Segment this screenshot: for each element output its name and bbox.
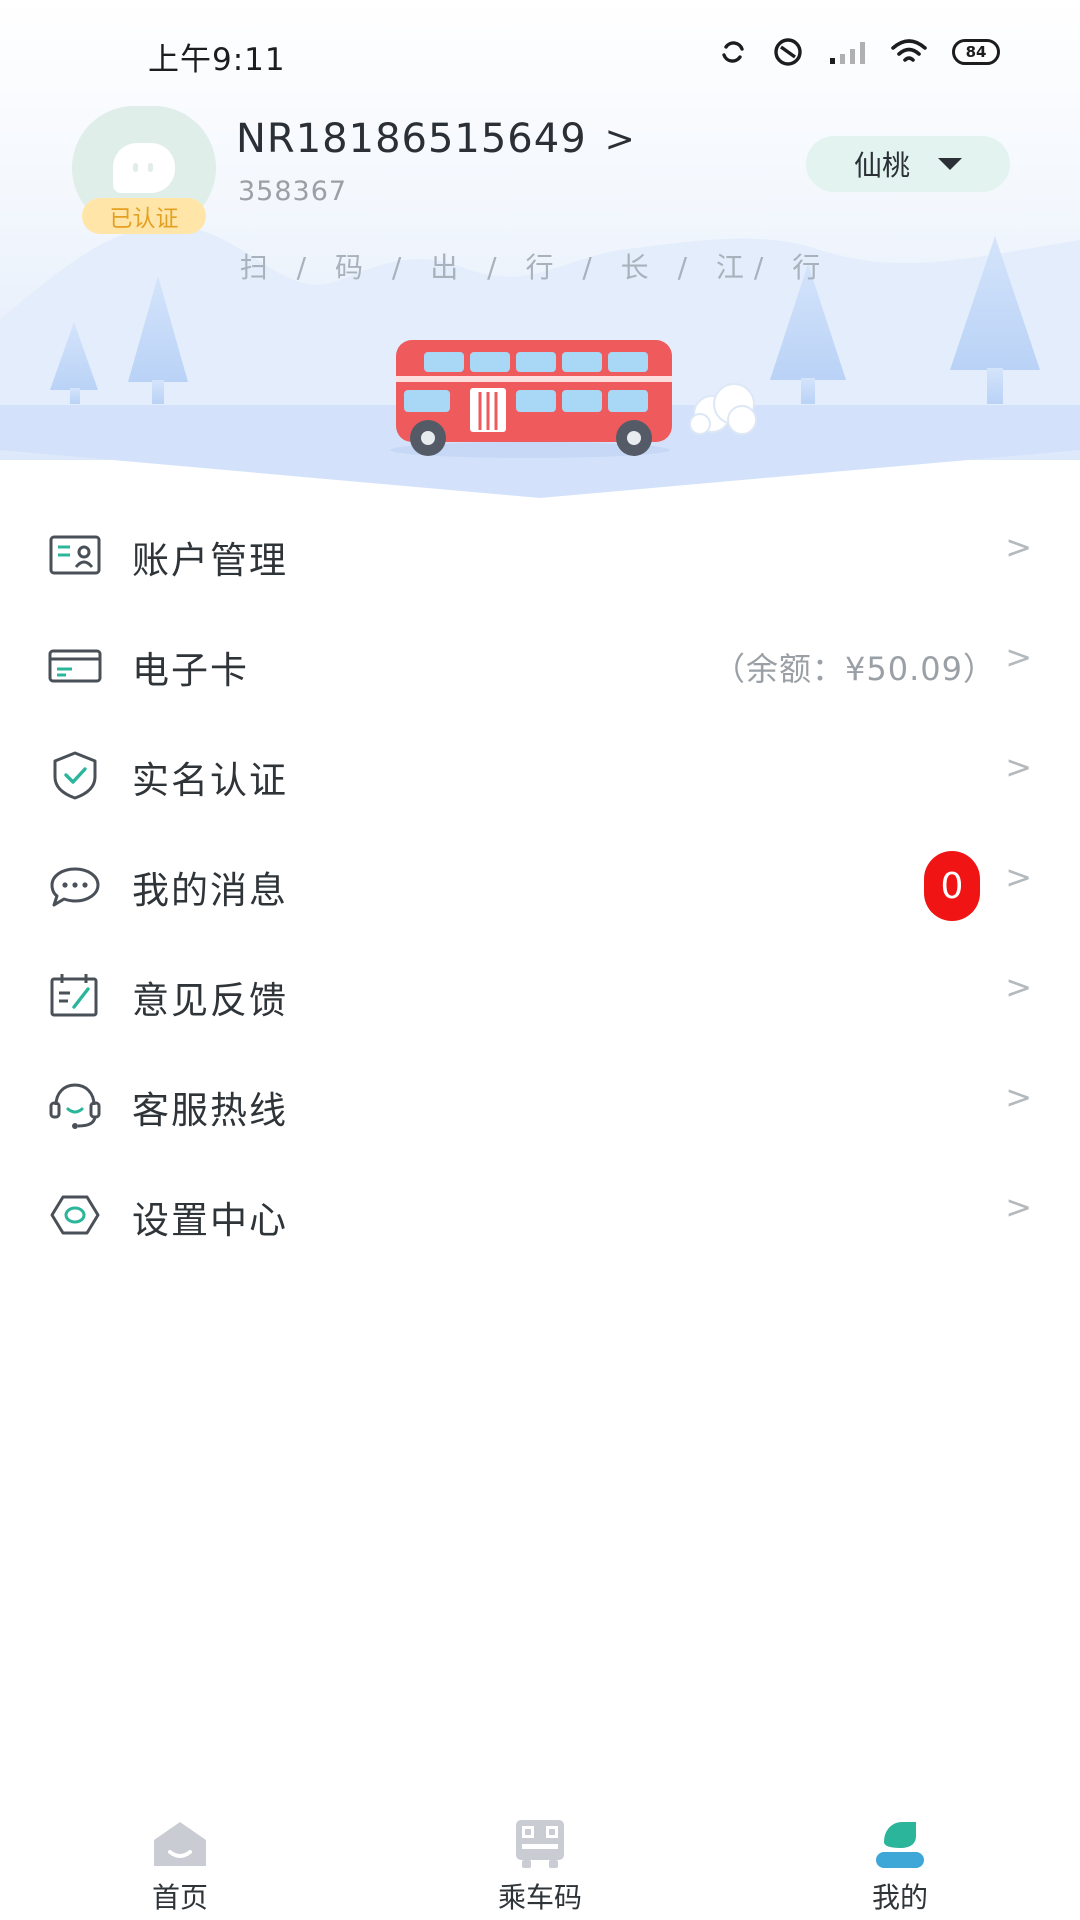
tab-home[interactable]: 首页 (0, 1800, 360, 1920)
menu-item-label: 电子卡 (132, 649, 249, 692)
settings-hexagon-icon (50, 1195, 100, 1235)
unread-count-badge: 0 (924, 851, 980, 921)
menu-item-settings[interactable]: 设置中心 > (0, 1160, 1080, 1270)
menu-item-feedback[interactable]: 意见反馈 > (0, 940, 1080, 1050)
tab-label: 首页 (151, 1881, 208, 1914)
user-id: 358367 (238, 176, 348, 207)
battery-icon: 84 (952, 39, 1000, 65)
menu-item-real-name[interactable]: 实名认证 > (0, 720, 1080, 830)
e-card-icon (48, 649, 102, 683)
menu-item-label: 意见反馈 (132, 979, 288, 1022)
avatar-face-icon (113, 143, 175, 193)
avatar[interactable]: 已认证 (72, 106, 216, 234)
city-selector[interactable]: 仙桃 (806, 136, 1010, 192)
chevron-right-icon: > (1005, 528, 1032, 566)
menu-item-label: 客服热线 (132, 1089, 288, 1132)
wifi-icon (891, 39, 927, 62)
menu-item-account[interactable]: 账户管理 > (0, 500, 1080, 610)
chevron-right-icon: > (1005, 748, 1032, 786)
feedback-edit-icon (50, 974, 98, 1017)
signal-icon (830, 42, 865, 64)
tab-mine[interactable]: 我的 (720, 1800, 1080, 1920)
city-label: 仙桃 (853, 149, 910, 182)
account-card-icon (49, 535, 101, 575)
chevron-right-icon: > (1005, 858, 1032, 896)
tab-bus-code[interactable]: 乘车码 (360, 1800, 720, 1920)
banner-slogan: 扫 / 码 / 出 / 行 / 长 / 江/ 行 (239, 251, 831, 284)
menu-item-hotline[interactable]: 客服热线 > (0, 1050, 1080, 1160)
chevron-right-icon: > (1005, 638, 1032, 676)
status-time: 上午9:11 (148, 42, 286, 78)
bottom-nav: 首页 乘车码 我的 (0, 1800, 1080, 1920)
username-link[interactable]: NR18186515649 > (236, 116, 635, 162)
tab-label: 我的 (871, 1881, 928, 1914)
menu-item-label: 我的消息 (132, 869, 288, 912)
status-icons: 84 (718, 34, 1000, 70)
tab-label: 乘车码 (497, 1881, 582, 1914)
caret-down-icon (938, 158, 962, 170)
menu-item-label: 实名认证 (132, 759, 288, 802)
status-bar: 上午9:11 84 (0, 0, 1080, 106)
menu-item-messages[interactable]: 我的消息 0 > (0, 830, 1080, 940)
menu-list: 账户管理 > 电子卡 （余额：¥50.09） > 实名认证 > 我的消息 0 > (0, 500, 1080, 1270)
bus-qr-icon (516, 1820, 564, 1868)
chevron-right-icon: > (1005, 1188, 1032, 1226)
menu-item-label: 设置中心 (132, 1199, 288, 1242)
do-not-disturb-icon (774, 38, 802, 66)
menu-item-e-card[interactable]: 电子卡 （余额：¥50.09） > (0, 610, 1080, 720)
headset-icon (49, 1083, 101, 1129)
chevron-right-icon: > (1005, 968, 1032, 1006)
profile-icon (876, 1822, 924, 1868)
verified-badge: 已认证 (82, 198, 206, 234)
profile-header: 已认证 NR18186515649 > 358367 仙桃 (0, 100, 1080, 234)
shield-check-icon (53, 751, 97, 800)
balance-text: （余额：¥50.09） (713, 650, 996, 688)
home-icon (154, 1822, 206, 1866)
menu-item-label: 账户管理 (132, 539, 288, 582)
message-bubble-icon (50, 867, 100, 907)
username: NR18186515649 (236, 116, 587, 162)
chevron-right-icon: > (604, 118, 635, 160)
chevron-right-icon: > (1005, 1078, 1032, 1116)
sync-icon (722, 41, 744, 63)
